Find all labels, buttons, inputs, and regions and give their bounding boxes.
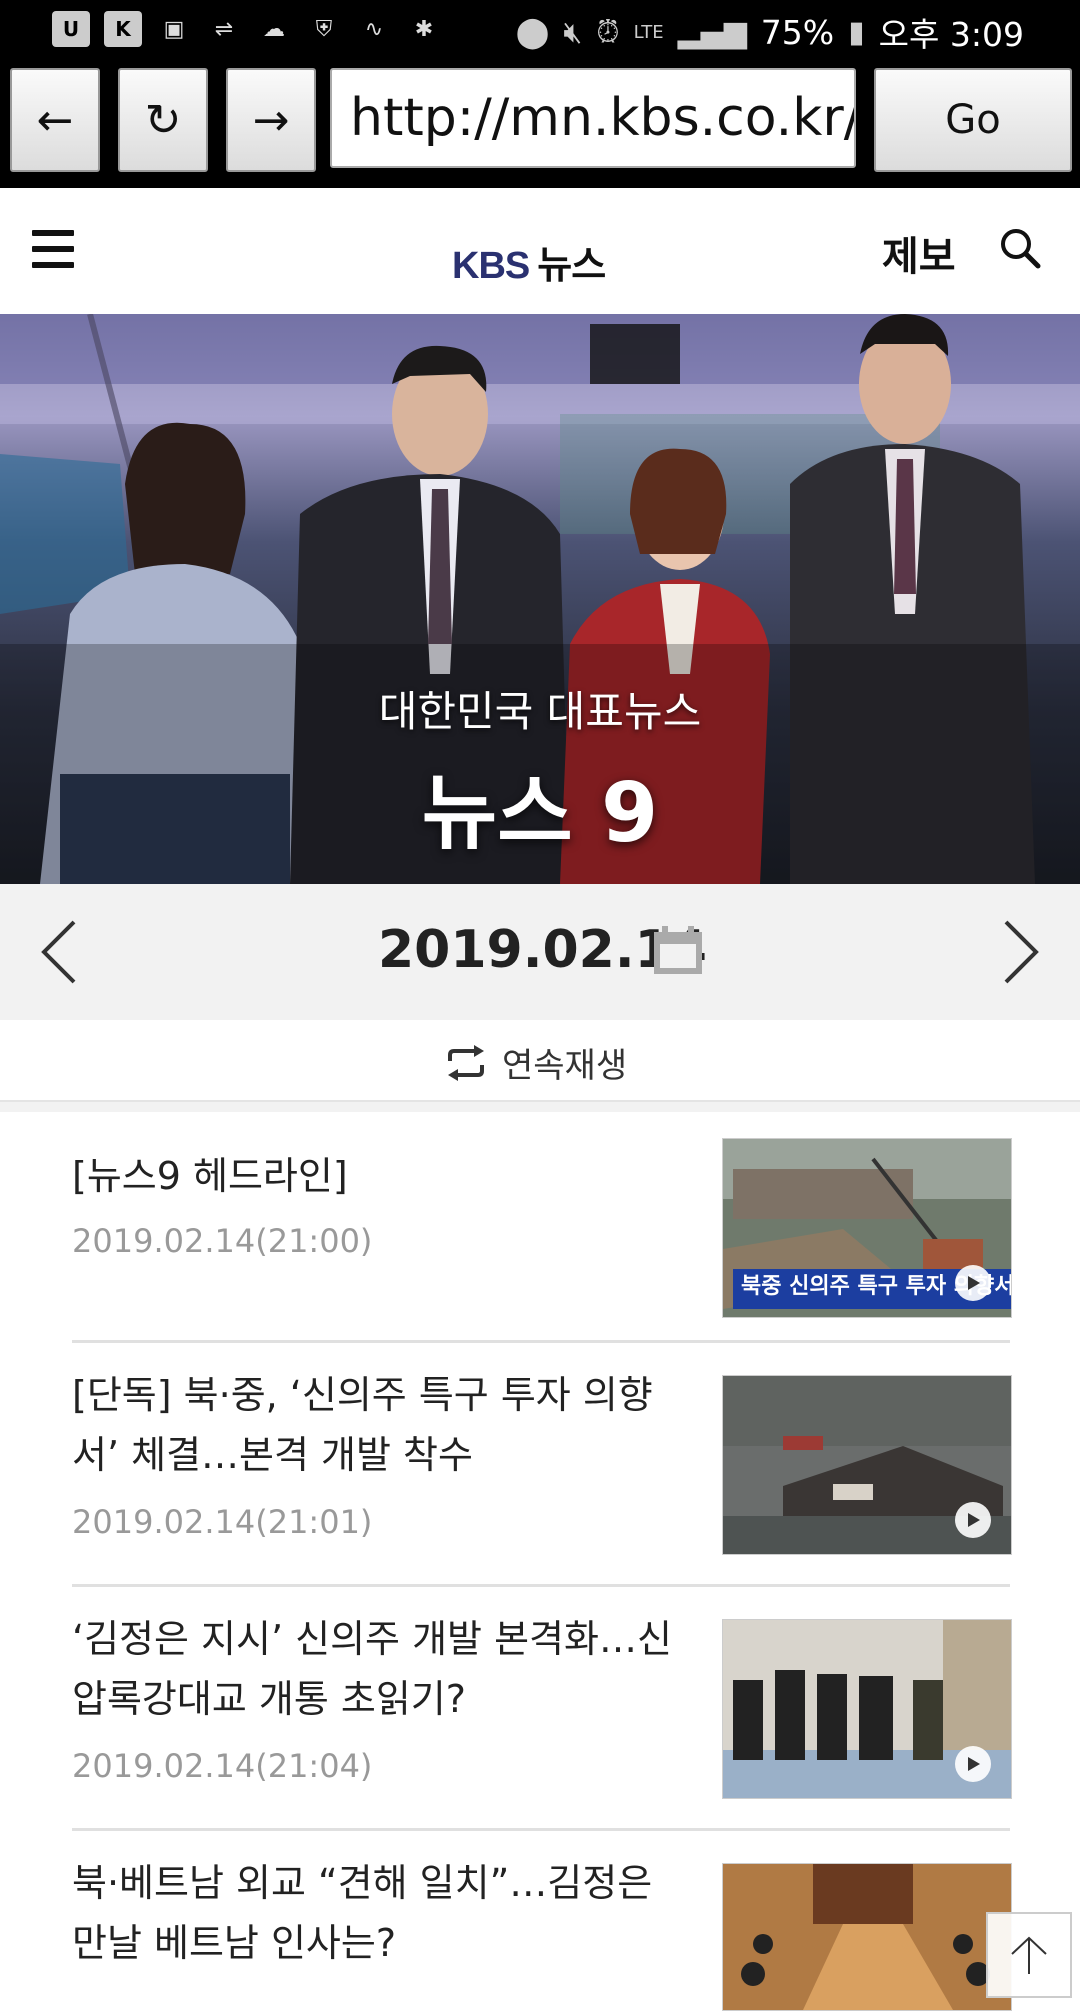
status-left-icons: U K ▣ ⇌ ☁ ⛨ ∿ ✱ bbox=[52, 10, 442, 48]
back-arrow-icon: ← bbox=[36, 94, 74, 146]
play-icon bbox=[955, 1502, 991, 1538]
status-bar: U K ▣ ⇌ ☁ ⛨ ∿ ✱ ⬤ 🔇︎ ⏰︎ LTE ▂▄▆ 75% ▮ 오후… bbox=[0, 0, 1080, 62]
search-icon[interactable] bbox=[996, 224, 1044, 272]
lte-icon: LTE bbox=[633, 21, 664, 43]
kbs-news-logo[interactable]: KBS 뉴스 bbox=[452, 234, 606, 289]
en-shield-icon: ⛨ bbox=[315, 16, 333, 42]
u-plus-icon: U bbox=[52, 11, 90, 47]
forward-button[interactable]: → bbox=[226, 68, 316, 172]
sync-icon: ☁ bbox=[263, 16, 285, 42]
location-icon: ⬤ bbox=[515, 14, 550, 50]
news-thumbnail[interactable] bbox=[722, 1863, 1012, 2011]
usb-icon: ⇌ bbox=[214, 16, 234, 42]
battery-icon: ▮ bbox=[848, 14, 865, 50]
logo-text: 뉴스 bbox=[537, 245, 606, 287]
signal-icon: ▂▄▆ bbox=[677, 14, 747, 50]
hero-subtitle: 대한민국 대표뉴스 bbox=[378, 687, 702, 736]
url-input[interactable]: http://mn.kbs.co.kr/n bbox=[330, 68, 856, 168]
section-separator bbox=[0, 1102, 1080, 1112]
calendar-icon[interactable] bbox=[652, 924, 704, 976]
reload-button[interactable]: ↻ bbox=[118, 68, 208, 172]
play-icon bbox=[955, 1265, 991, 1301]
clock: 오후 3:09 bbox=[878, 15, 1024, 54]
repeat-icon bbox=[448, 1044, 484, 1081]
bug-icon: ✱ bbox=[414, 16, 434, 42]
news-thumbnail[interactable]: 북중 신의주 특구 투자 의향서 체결 확인 bbox=[722, 1138, 1012, 1318]
thumbnail-image bbox=[723, 1864, 1011, 2010]
scroll-top-button[interactable] bbox=[986, 1912, 1072, 1998]
previous-date-button[interactable] bbox=[30, 916, 90, 988]
arrow-up-icon bbox=[1011, 1936, 1047, 1974]
alarm-icon: ⏰︎ bbox=[596, 14, 620, 50]
battery-percent: 75% bbox=[760, 12, 835, 52]
news-title[interactable]: ‘김정은 지시’ 신의주 개발 본격화…신압록강대교 개통 초읽기? bbox=[72, 1609, 692, 1729]
back-button[interactable]: ← bbox=[10, 68, 100, 172]
reload-icon: ↻ bbox=[144, 94, 182, 146]
report-button[interactable]: 제보 bbox=[882, 224, 956, 282]
date-navigation: 2019.02.14 bbox=[0, 884, 1080, 1020]
autoplay-toggle[interactable]: 연속재생 bbox=[446, 1038, 627, 1087]
autoplay-label: 연속재생 bbox=[502, 1046, 628, 1086]
hero-banner[interactable]: 대한민국 대표뉴스 뉴스 9 bbox=[0, 314, 1080, 884]
next-date-button[interactable] bbox=[990, 916, 1050, 988]
news-thumbnail[interactable] bbox=[722, 1619, 1012, 1799]
news-title[interactable]: [단독] 북·중, ‘신의주 특구 투자 의향서’ 체결…본격 개발 착수 bbox=[72, 1365, 692, 1485]
mute-icon: 🔇︎ bbox=[563, 14, 583, 50]
activity-icon: ∿ bbox=[364, 16, 384, 42]
news-date: 2019.02.14(21:01) bbox=[72, 1503, 373, 1541]
news-title[interactable]: [뉴스9 헤드라인] bbox=[72, 1146, 692, 1206]
site-header: KBS 뉴스 제보 bbox=[0, 188, 1080, 315]
news-item[interactable]: [뉴스9 헤드라인] 2019.02.14(21:00) 북중 신의주 특구 투… bbox=[72, 1112, 1012, 1343]
news-item[interactable]: ‘김정은 지시’ 신의주 개발 본격화…신압록강대교 개통 초읽기? 2019.… bbox=[72, 1587, 1012, 1831]
news-item[interactable]: [단독] 북·중, ‘신의주 특구 투자 의향서’ 체결…본격 개발 착수 20… bbox=[72, 1343, 1012, 1587]
browser-toolbar: ← ↻ → http://mn.kbs.co.kr/n Go bbox=[0, 62, 1080, 188]
news-thumbnail[interactable] bbox=[722, 1375, 1012, 1555]
news-title[interactable]: 북·베트남 외교 “견해 일치”…김정은 만날 베트남 인사는? bbox=[72, 1853, 692, 1973]
news-item[interactable]: 북·베트남 외교 “견해 일치”…김정은 만날 베트남 인사는? bbox=[72, 1831, 1012, 2011]
autoplay-bar: 연속재생 bbox=[0, 1020, 1080, 1102]
status-right: ⬤ 🔇︎ ⏰︎ LTE ▂▄▆ 75% ▮ 오후 3:09 bbox=[516, 8, 1024, 56]
go-button[interactable]: Go bbox=[874, 68, 1072, 172]
play-icon bbox=[955, 1746, 991, 1782]
hero-title: 뉴스 9 bbox=[421, 766, 659, 861]
forward-arrow-icon: → bbox=[252, 94, 290, 146]
logo-brand: KBS bbox=[452, 245, 530, 287]
menu-icon[interactable] bbox=[32, 230, 74, 270]
k-icon: K bbox=[104, 11, 142, 47]
news-date: 2019.02.14(21:00) bbox=[72, 1222, 373, 1260]
news-date: 2019.02.14(21:04) bbox=[72, 1747, 373, 1785]
image-icon: ▣ bbox=[163, 16, 185, 42]
